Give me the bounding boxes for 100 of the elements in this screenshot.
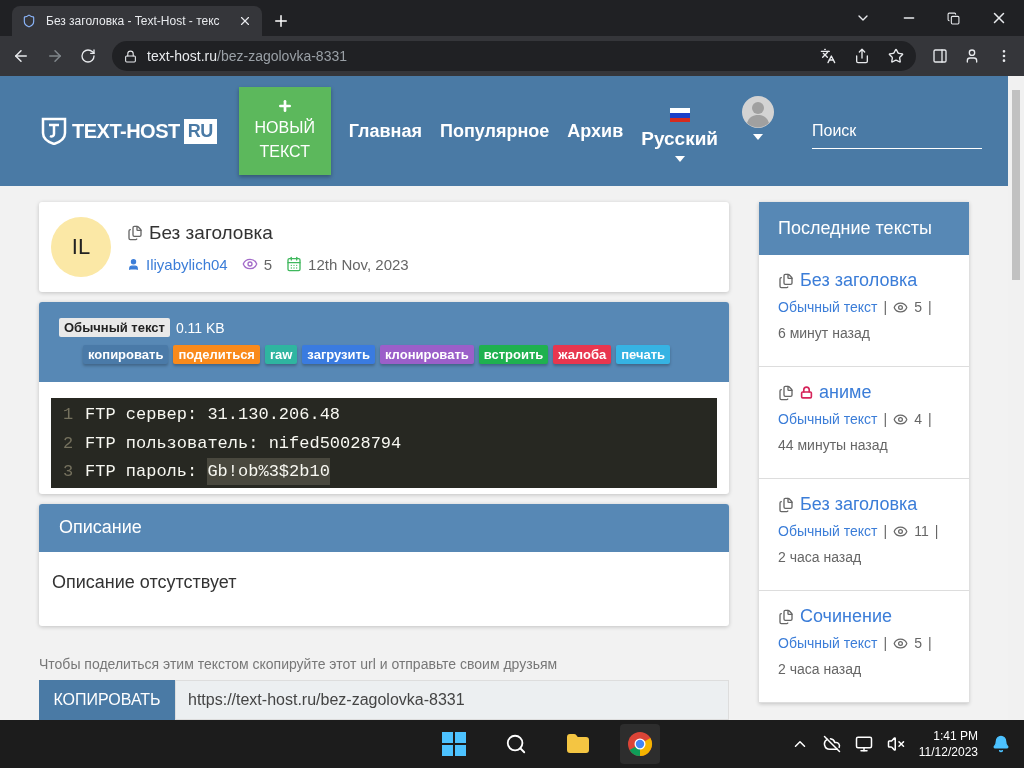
separator: | (883, 299, 888, 315)
browser-taskbar-button[interactable] (620, 724, 660, 764)
files-icon (778, 272, 794, 289)
action-button[interactable]: raw (264, 345, 298, 365)
separator: | (927, 411, 932, 427)
action-button[interactable]: загрузить (302, 345, 375, 365)
recent-text-link[interactable]: аниме (819, 382, 872, 403)
view-count: 5 (263, 255, 273, 273)
browser-logo-icon (627, 731, 653, 757)
search-field[interactable]: Поиск (812, 113, 983, 149)
translate-icon[interactable] (820, 48, 836, 64)
url-field[interactable]: https://text-host.ru/bez-zagolovka-8331 (175, 679, 729, 720)
plus-icon (276, 98, 293, 114)
flag-icon (669, 108, 690, 122)
author-link[interactable]: Iliyabylich04 (146, 255, 228, 273)
author-avatar: IL (51, 217, 111, 278)
eye-icon (893, 411, 909, 427)
separator: | (927, 635, 932, 651)
paste-date: 12th Nov, 2023 (308, 255, 409, 273)
nav-link[interactable]: Архив (567, 120, 624, 142)
syntax-link[interactable]: Обычный текст (778, 523, 878, 539)
url-text: text-host.ru/bez-zagolovka-8331 (147, 48, 347, 64)
caret-icon (674, 156, 685, 162)
code-line: FTP пользователь: nifed50028794 (85, 433, 402, 453)
view-count: 5 (914, 635, 922, 651)
syntax-tag: Обычный текст (59, 318, 170, 338)
eye-icon (893, 635, 909, 651)
back-icon[interactable] (12, 47, 30, 65)
monitor-icon[interactable] (854, 735, 873, 753)
new-text-button[interactable]: НОВЫЙ ТЕКСТ (238, 87, 331, 175)
close-icon[interactable] (238, 14, 252, 28)
new-tab-icon[interactable] (272, 12, 290, 30)
separator: | (883, 411, 888, 427)
time-ago: 6 минут назад (778, 325, 871, 341)
action-button[interactable]: поделиться (173, 345, 260, 365)
site-logo[interactable]: TEXT-HOST RU (40, 117, 217, 145)
mute-icon[interactable] (886, 735, 905, 753)
separator: | (883, 635, 888, 651)
calendar-icon (286, 256, 303, 273)
line-number: 2 (61, 433, 75, 453)
reload-icon[interactable] (80, 48, 96, 64)
syntax-link[interactable]: Обычный текст (778, 411, 878, 427)
syntax-link[interactable]: Обычный текст (778, 299, 878, 315)
view-count: 5 (914, 299, 922, 315)
eye-icon (893, 523, 909, 539)
files-icon (127, 224, 143, 241)
folder-icon (566, 732, 590, 756)
shield-logo-icon (40, 117, 68, 145)
line-number: 1 (61, 405, 75, 425)
nav-link[interactable]: Популярное (439, 120, 550, 142)
forward-icon[interactable] (46, 47, 64, 65)
search-icon (505, 733, 527, 755)
action-button[interactable]: копировать (83, 345, 169, 365)
sidebar-title: Последние тексты (778, 218, 932, 239)
action-button[interactable]: жалоба (553, 345, 612, 365)
description-text: Описание отсутствует (52, 571, 237, 592)
eye-icon (893, 299, 909, 315)
code-line: FTP сервер: 31.130.206.48 (85, 405, 341, 425)
cloud-off-icon[interactable] (822, 735, 841, 753)
recent-text-link[interactable]: Без заголовка (800, 494, 918, 515)
user-icon (127, 257, 140, 271)
action-button[interactable]: встроить (478, 345, 549, 365)
lock-icon (124, 49, 137, 63)
nav-link[interactable]: Главная (348, 120, 422, 142)
clock[interactable]: 1:41 PM 11/12/2023 (918, 728, 978, 760)
time-ago: 2 часа назад (778, 661, 863, 677)
user-avatar-icon[interactable] (742, 96, 775, 128)
share-icon[interactable] (854, 48, 870, 64)
syntax-link[interactable]: Обычный текст (778, 635, 878, 651)
description-title: Описание (59, 517, 142, 539)
time-ago: 44 минуты назад (778, 437, 889, 453)
separator: | (934, 523, 939, 539)
paste-title: Без заголовка (149, 221, 273, 244)
separator: | (927, 299, 932, 315)
profile-icon[interactable] (964, 48, 980, 64)
windows-logo-icon (442, 732, 466, 756)
action-button[interactable]: клонировать (379, 345, 474, 365)
time-ago: 2 часа назад (778, 549, 863, 565)
star-icon[interactable] (888, 48, 904, 64)
view-count: 11 (914, 523, 929, 539)
address-bar[interactable]: text-host.ru/bez-zagolovka-8331 (112, 41, 916, 71)
copy-button[interactable]: КОПИРОВАТЬ (39, 679, 175, 720)
bell-icon[interactable] (992, 735, 1010, 753)
recent-text-link[interactable]: Сочинение (800, 606, 892, 627)
browser-tab[interactable]: Без заголовка - Text-Host - текс (12, 6, 262, 36)
separator: | (883, 523, 888, 539)
view-count: 4 (914, 411, 922, 427)
files-icon (778, 496, 794, 513)
recent-text-link[interactable]: Без заголовка (800, 270, 918, 291)
paste-size: 0.11 KB (175, 320, 225, 336)
caret-icon (753, 134, 764, 140)
lock-icon (800, 386, 813, 399)
action-button[interactable]: печать (616, 345, 671, 365)
shield-icon (22, 14, 36, 28)
side-panel-icon[interactable] (932, 48, 948, 64)
files-icon (778, 384, 794, 401)
share-hint: Чтобы поделиться этим текстом скопируйте этот url и отправьте своим друзьям (39, 655, 559, 672)
restore-icon[interactable] (947, 11, 960, 25)
language-selector[interactable]: Русский (641, 128, 719, 150)
files-icon (778, 608, 794, 625)
